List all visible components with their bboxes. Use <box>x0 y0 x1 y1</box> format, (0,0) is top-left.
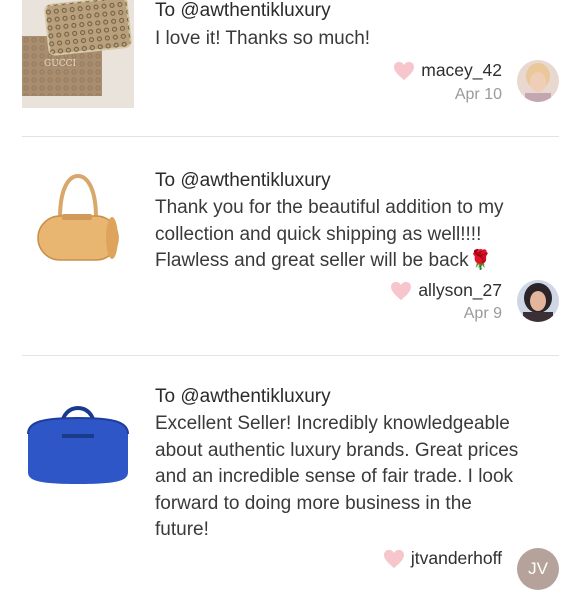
heart-icon[interactable] <box>383 549 405 569</box>
review-recipient[interactable]: To @awthentikluxury <box>155 386 331 408</box>
review-text-line: and an incredible sense of fair trade. I… <box>155 466 514 487</box>
review-text-line-content: Flawless and great seller will be back <box>155 250 469 271</box>
reviewer-username[interactable]: jtvanderhoff <box>411 548 502 569</box>
review-text: Thank you for the beautiful addition to … <box>155 195 555 275</box>
review-date: Apr 10 <box>454 86 502 103</box>
review-text-line: Excellent Seller! Incredibly knowledgeab… <box>155 413 510 434</box>
review-text: I love it! Thanks so much! <box>155 28 371 49</box>
heart-icon[interactable] <box>393 61 415 81</box>
divider <box>22 136 559 137</box>
review-item: To @awthentikluxury Excellent Seller! In… <box>0 378 580 590</box>
review-text-line: forward to doing more business in the <box>155 492 472 514</box>
review-text-line: Thank you for the beautiful addition to … <box>155 197 504 218</box>
reviewer-avatar[interactable]: JV <box>517 548 559 590</box>
review-text-line: collection and quick shipping as well!!!… <box>155 223 482 245</box>
divider <box>22 355 559 356</box>
product-thumbnail[interactable]: GUCCI <box>22 0 134 108</box>
avatar-initials: JV <box>528 559 548 578</box>
product-thumbnail[interactable] <box>22 166 134 278</box>
review-text: Excellent Seller! Incredibly knowledgeab… <box>155 411 555 544</box>
svg-text:GUCCI: GUCCI <box>44 59 77 69</box>
reviewer-avatar[interactable] <box>517 60 559 102</box>
review-recipient[interactable]: To @awthentikluxury <box>155 0 331 22</box>
reviewer-row: jtvanderhoff <box>383 548 502 569</box>
review-item: To @awthentikluxury Thank you for the be… <box>0 160 580 350</box>
review-text-line: Flawless and great seller will be back🌹 <box>155 248 555 275</box>
review-recipient[interactable]: To @awthentikluxury <box>155 170 331 192</box>
reviewer-username[interactable]: allyson_27 <box>418 280 502 301</box>
review-item: GUCCI To @awthentikluxury I love it! Tha… <box>0 0 580 135</box>
rose-emoji: 🌹 <box>468 250 493 271</box>
product-thumbnail[interactable] <box>22 384 134 496</box>
reviewer-row: allyson_27 <box>390 280 502 301</box>
reviewer-avatar[interactable] <box>517 280 559 322</box>
reviewer-row: macey_42 <box>393 60 502 81</box>
review-text-line: about authentic luxury brands. Great pri… <box>155 439 519 461</box>
reviewer-username[interactable]: macey_42 <box>421 60 502 81</box>
review-text-line: future! <box>155 519 209 540</box>
review-date: Apr 9 <box>463 305 502 322</box>
heart-icon[interactable] <box>390 281 412 301</box>
